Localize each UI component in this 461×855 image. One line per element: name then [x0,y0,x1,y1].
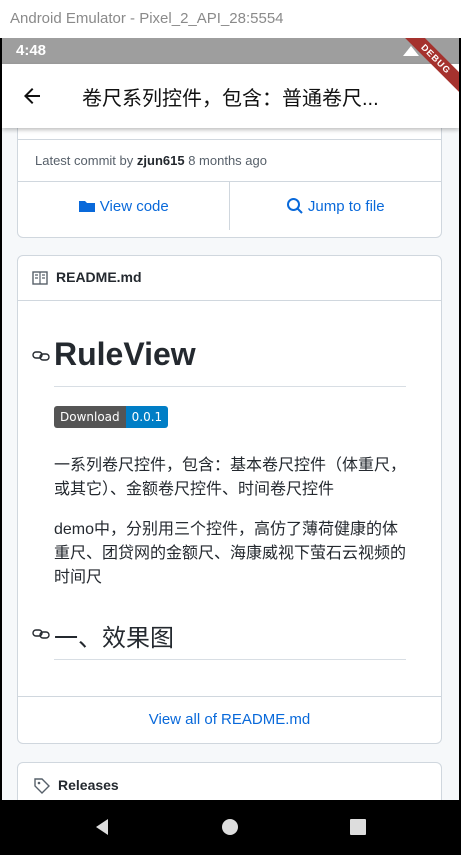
latest-commit: Latest commit by zjun615 8 months ago [35,153,267,168]
debug-banner: DEBUG [399,38,459,98]
heading-2-rule [54,659,406,660]
scroll-content[interactable]: master Latest commit by zjun615 8 months… [2,128,459,800]
nav-back-icon[interactable] [92,817,112,837]
app-bar-title: 卷尺系列控件，包含：普通卷尺... [82,88,379,110]
view-code-button[interactable]: View code [18,182,230,230]
repo-actions: View code Jump to file [18,181,441,230]
divider [18,139,441,140]
status-bar: 4:48 [2,38,459,64]
status-time: 4:48 [16,42,47,59]
back-arrow-icon[interactable] [20,84,44,108]
window-title: Android Emulator - Pixel_2_API_28:5554 [0,0,461,38]
commit-time: 8 months ago [188,153,267,168]
app-bar: 卷尺系列控件，包含：普通卷尺... [2,64,459,128]
nav-home-icon[interactable] [220,817,240,837]
search-icon [286,198,303,214]
link-icon[interactable] [32,350,50,362]
download-badge[interactable]: Download 0.0.1 [54,406,169,428]
book-icon [32,271,48,285]
badge-value: 0.0.1 [125,406,169,428]
releases-title[interactable]: Releases [58,777,119,793]
releases-card: Releases [17,762,442,800]
readme-header: README.md [18,256,441,301]
readme-heading: RuleView [54,336,196,372]
debug-banner-label: DEBUG [399,38,459,96]
jump-to-file-label: Jump to file [307,197,385,215]
tag-icon [34,778,50,794]
badge-label: Download [54,406,126,428]
repo-card: master Latest commit by zjun615 8 months… [17,128,442,238]
view-all-readme-link[interactable]: View all of README.md [18,696,441,743]
android-nav-bar [2,800,459,855]
view-code-label: View code [99,197,169,215]
folder-icon [78,201,95,212]
readme-paragraph-1: 一系列卷尺控件，包含：基本卷尺控件（体重尺，或其它）、金额卷尺控件、时间卷尺控件 [54,457,407,498]
commit-prefix: Latest commit by [35,153,134,168]
readme-card: README.md RuleView Download 0.0.1 一系列卷尺控… [17,255,442,744]
readme-paragraph-2: demo中，分别用三个控件，高仿了薄荷健康的体重尺、团贷网的金额尺、海康威视下萤… [54,521,407,586]
nav-recents-icon[interactable] [348,817,368,837]
jump-to-file-button[interactable]: Jump to file [230,182,442,230]
commit-author[interactable]: zjun615 [137,153,185,168]
readme-filename: README.md [56,269,142,285]
link-icon[interactable] [32,628,50,640]
heading-rule [54,386,406,387]
readme-heading-2: 一、效果图 [54,625,174,652]
